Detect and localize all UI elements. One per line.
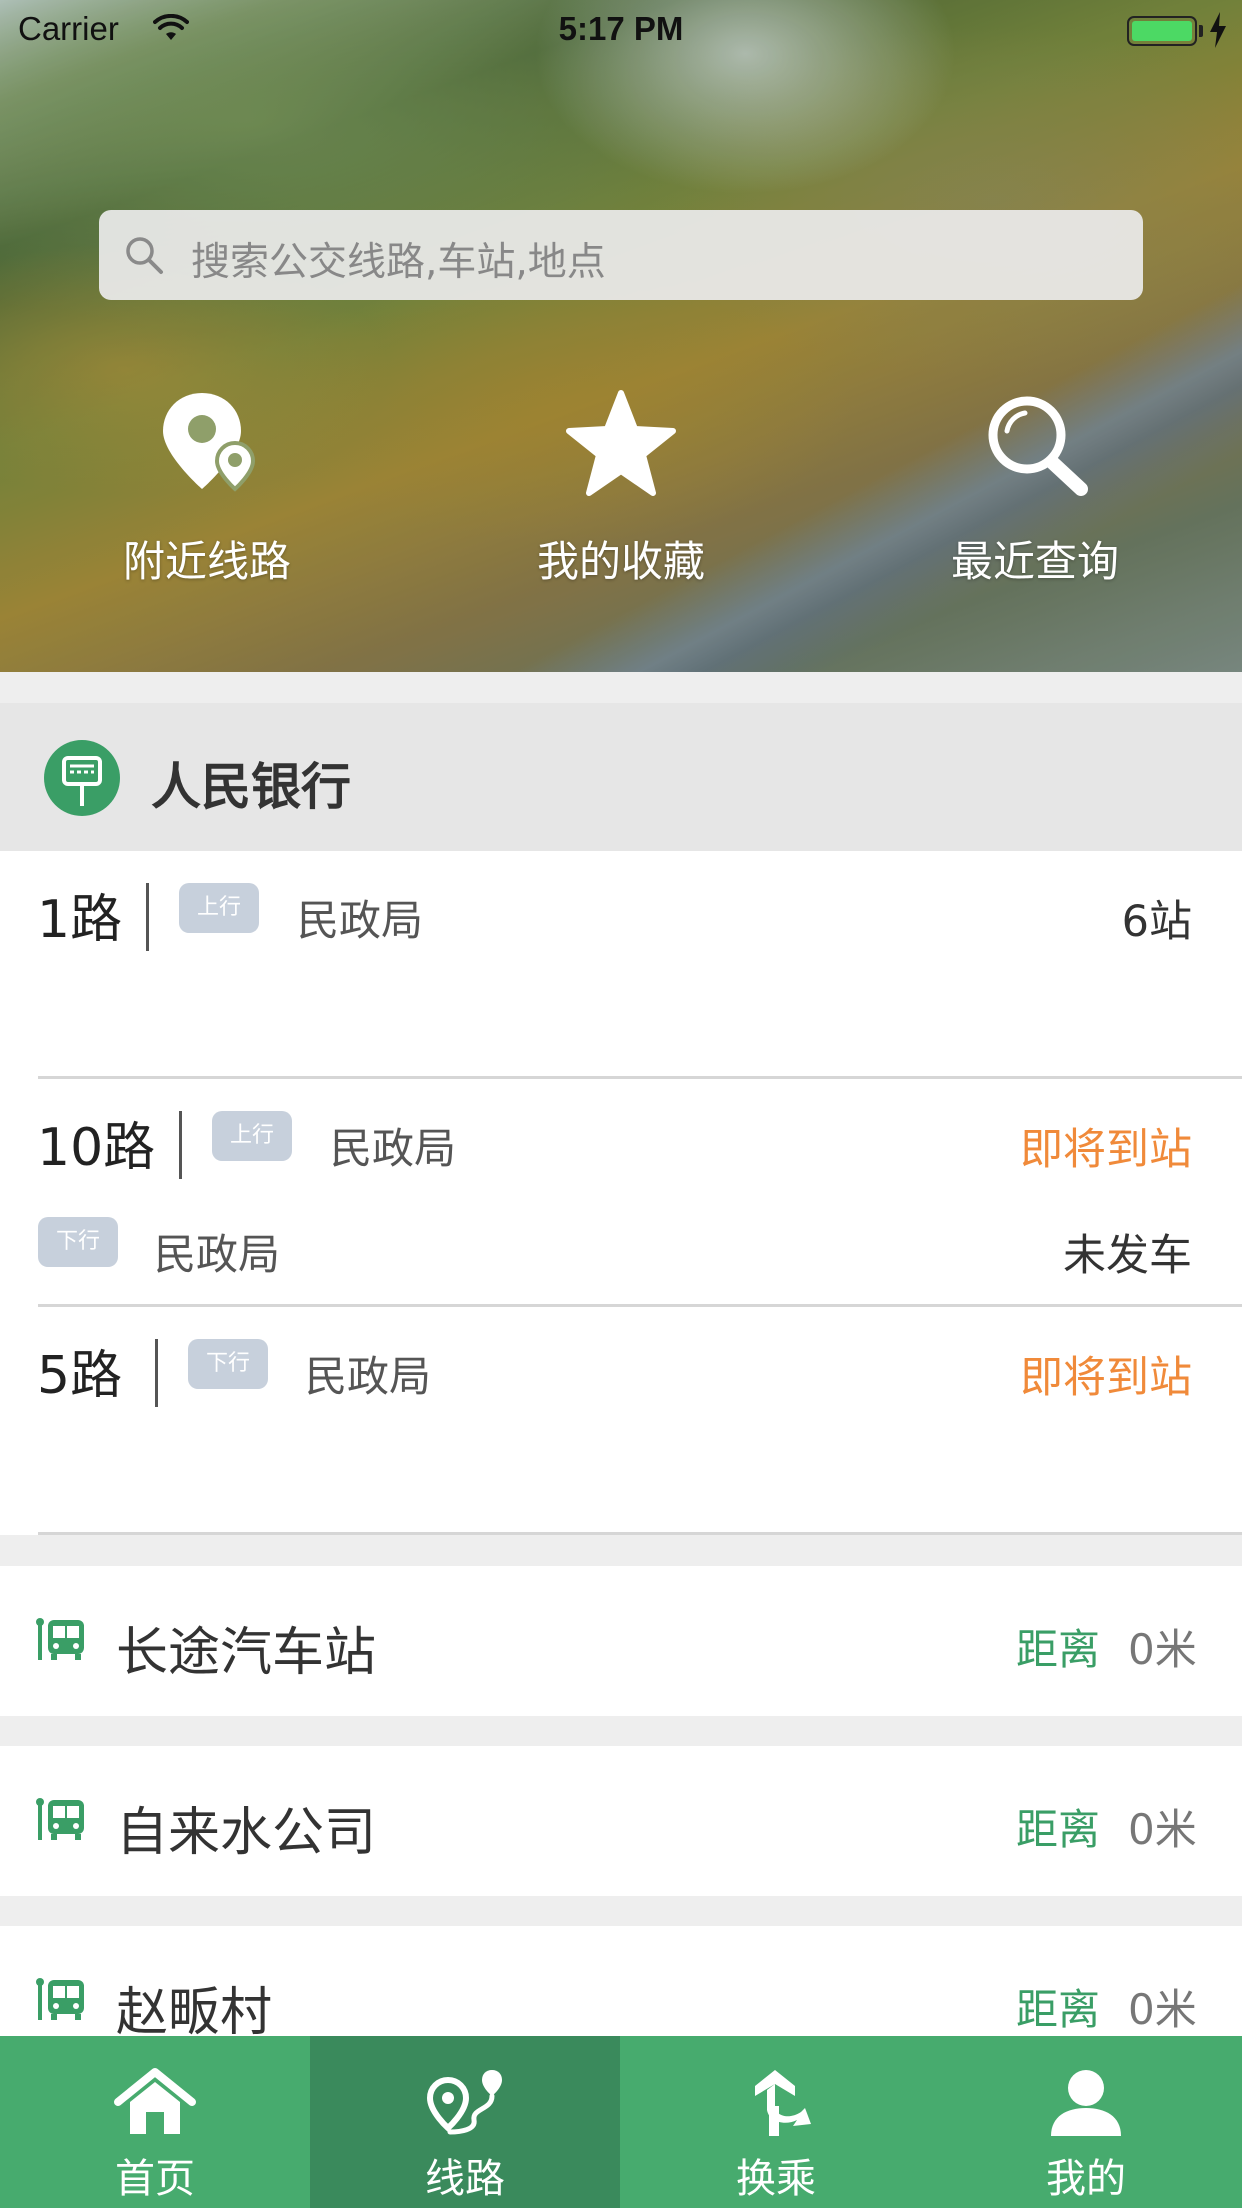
search-placeholder: 搜索公交线路,车站,地点 bbox=[191, 240, 606, 285]
tab-label: 线路 bbox=[425, 2156, 505, 2202]
route-row[interactable]: 10路 上行 民政局 即将到站 下行 民政局 未发车 bbox=[0, 1079, 1242, 1307]
bus-stop-icon bbox=[36, 1978, 84, 2020]
quick-action-label: 最近查询 bbox=[950, 537, 1119, 586]
arrival-status: 未发车 bbox=[1063, 1231, 1192, 1281]
quick-action-label: 我的收藏 bbox=[536, 537, 705, 586]
arrival-status: 即将到站 bbox=[1020, 1125, 1192, 1175]
route-name: 10路 bbox=[37, 1118, 156, 1178]
destination: 民政局 bbox=[330, 1124, 457, 1173]
destination: 民政局 bbox=[297, 896, 424, 945]
station-name: 人民银行 bbox=[151, 758, 351, 816]
tab-me[interactable]: 我的 bbox=[931, 2036, 1241, 2208]
distance-value: 0米 bbox=[1128, 1625, 1197, 1674]
quick-action-label: 附近线路 bbox=[122, 537, 291, 586]
tab-label: 换乘 bbox=[736, 2156, 816, 2202]
distance-label: 距离 bbox=[1016, 1805, 1101, 1854]
distance-label: 距离 bbox=[1016, 1625, 1101, 1674]
user-icon bbox=[1051, 2070, 1121, 2136]
nearby-routes-button[interactable]: 附近线路 bbox=[77, 385, 337, 586]
tab-bar: 首页 线路 换乘 我的 bbox=[0, 2036, 1242, 2208]
route-row[interactable]: 1路 上行 民政局 6站 bbox=[0, 851, 1242, 1079]
home-icon bbox=[114, 2068, 196, 2134]
distance-value: 0米 bbox=[1128, 1985, 1197, 2034]
station-name: 自来水公司 bbox=[116, 1803, 377, 1863]
nearby-station-item[interactable]: 自来水公司 距离 0米 bbox=[0, 1746, 1242, 1896]
tab-transfer[interactable]: 换乘 bbox=[621, 2036, 931, 2208]
route-row[interactable]: 5路 下行 民政局 即将到站 bbox=[0, 1307, 1242, 1535]
star-icon bbox=[566, 390, 676, 496]
arrival-status: 即将到站 bbox=[1020, 1353, 1192, 1403]
route-name: 5路 bbox=[37, 1346, 123, 1406]
transfer-icon bbox=[755, 2070, 811, 2136]
charging-icon bbox=[1210, 12, 1226, 48]
arrival-status: 6站 bbox=[1121, 897, 1192, 947]
route-icon bbox=[426, 2070, 502, 2135]
nearby-routes-icon bbox=[163, 393, 256, 492]
tab-label: 首页 bbox=[115, 2156, 195, 2202]
status-time: 5:17 PM bbox=[558, 10, 684, 47]
status-bar: Carrier 5:17 PM bbox=[0, 0, 1242, 60]
bus-stop-icon bbox=[36, 1618, 84, 1660]
destination: 民政局 bbox=[305, 1352, 432, 1401]
distance-label: 距离 bbox=[1016, 1985, 1101, 2034]
bus-stop-sign-icon bbox=[44, 740, 120, 816]
direction-badge: 上行 bbox=[212, 1111, 292, 1161]
tab-label: 我的 bbox=[1046, 2156, 1126, 2202]
direction-badge: 上行 bbox=[179, 883, 259, 933]
favorites-button[interactable]: 我的收藏 bbox=[491, 385, 751, 586]
tab-home[interactable]: 首页 bbox=[0, 2036, 310, 2208]
station-name: 长途汽车站 bbox=[116, 1623, 377, 1683]
direction-badge: 下行 bbox=[38, 1217, 118, 1267]
route-name: 1路 bbox=[37, 890, 123, 950]
route-divider bbox=[146, 883, 149, 951]
divider bbox=[38, 1532, 1242, 1535]
nearby-station-item[interactable]: 长途汽车站 距离 0米 bbox=[0, 1566, 1242, 1716]
search-icon bbox=[988, 396, 1088, 496]
battery-icon bbox=[1127, 16, 1197, 46]
bus-stop-icon bbox=[36, 1798, 84, 1840]
route-divider bbox=[155, 1339, 158, 1407]
recent-search-button[interactable]: 最近查询 bbox=[905, 385, 1165, 586]
tab-routes[interactable]: 线路 bbox=[310, 2036, 620, 2208]
route-divider bbox=[179, 1111, 182, 1179]
hero-banner: Carrier 5:17 PM 搜索公交线路,车站,地点 附近线路 我的收藏 最… bbox=[0, 0, 1242, 672]
search-input[interactable]: 搜索公交线路,车站,地点 bbox=[99, 210, 1143, 300]
route-list: 1路 上行 民政局 6站 10路 上行 民政局 即将到站 下行 民政局 未发车 … bbox=[0, 851, 1242, 1535]
destination: 民政局 bbox=[154, 1230, 281, 1279]
direction-badge: 下行 bbox=[188, 1339, 268, 1389]
distance-value: 0米 bbox=[1128, 1805, 1197, 1854]
station-header[interactable]: 人民银行 bbox=[0, 703, 1242, 851]
search-icon bbox=[126, 237, 163, 274]
station-name: 赵畈村 bbox=[116, 1983, 273, 2043]
